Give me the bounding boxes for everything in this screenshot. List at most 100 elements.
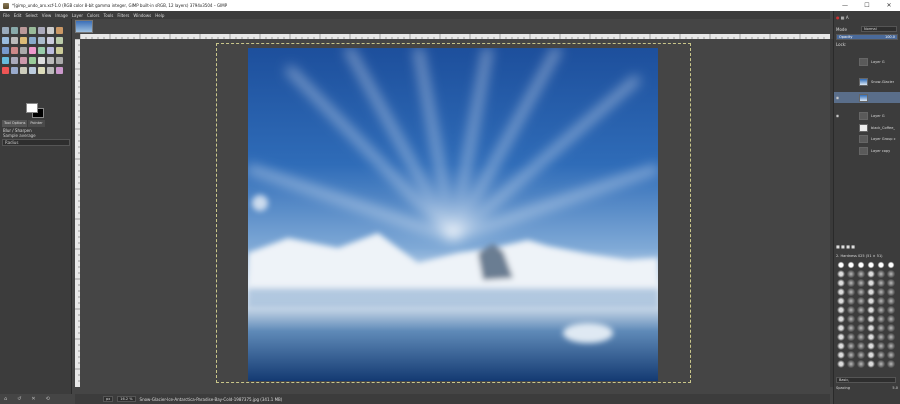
brush-preset-icon[interactable] bbox=[836, 296, 845, 305]
opacity-slider[interactable]: Opacity 100.0 bbox=[836, 34, 898, 40]
unit-select[interactable]: px bbox=[103, 396, 114, 402]
tool-button-icon[interactable] bbox=[56, 57, 63, 64]
tab-pointer[interactable]: Pointer bbox=[28, 120, 45, 127]
brush-preset-icon[interactable] bbox=[886, 260, 895, 269]
brush-preset-icon[interactable] bbox=[876, 323, 885, 332]
brush-preset-icon[interactable] bbox=[886, 359, 895, 368]
layer-row[interactable]: Snow-Glacier bbox=[834, 76, 900, 87]
menu-view[interactable]: View bbox=[42, 13, 52, 18]
brush-filter-field[interactable]: Basic, bbox=[836, 377, 896, 383]
layer-row[interactable]: Layer Group c bbox=[834, 133, 900, 144]
tab-tool-options[interactable]: Tool Options bbox=[2, 120, 28, 127]
tool-button-icon[interactable] bbox=[56, 27, 63, 34]
brush-preset-icon[interactable] bbox=[836, 359, 845, 368]
tool-button-icon[interactable] bbox=[29, 47, 36, 54]
tool-button-icon[interactable] bbox=[20, 27, 27, 34]
eye-icon[interactable]: ◉ bbox=[834, 95, 841, 100]
brush-preset-icon[interactable] bbox=[846, 323, 855, 332]
brush-preset-icon[interactable] bbox=[856, 296, 865, 305]
brush-preset-icon[interactable] bbox=[866, 269, 875, 278]
brush-preset-icon[interactable] bbox=[856, 278, 865, 287]
brush-preset-icon[interactable] bbox=[866, 341, 875, 350]
save-options-icon[interactable]: ⌂ bbox=[4, 396, 7, 402]
minimize-button[interactable]: — bbox=[834, 0, 856, 11]
brush-preset-icon[interactable] bbox=[836, 305, 845, 314]
brush-preset-icon[interactable] bbox=[866, 323, 875, 332]
brush-preset-icon[interactable] bbox=[886, 350, 895, 359]
brush-preset-icon[interactable] bbox=[846, 269, 855, 278]
brush-preset-icon[interactable] bbox=[846, 305, 855, 314]
brush-preset-icon[interactable] bbox=[876, 305, 885, 314]
brush-preset-icon[interactable] bbox=[876, 314, 885, 323]
tool-button-icon[interactable] bbox=[2, 47, 9, 54]
tool-button-icon[interactable] bbox=[2, 37, 9, 44]
spacing-row[interactable]: Spacing 5.0 bbox=[836, 386, 898, 390]
close-button[interactable]: ✕ bbox=[878, 0, 900, 11]
brush-preset-icon[interactable] bbox=[856, 341, 865, 350]
brush-preset-icon[interactable] bbox=[866, 314, 875, 323]
layer-row[interactable]: Layer G bbox=[834, 56, 900, 67]
restore-options-icon[interactable]: ↺ bbox=[17, 396, 21, 402]
menu-select[interactable]: Select bbox=[25, 13, 37, 18]
brush-preset-icon[interactable] bbox=[876, 260, 885, 269]
brush-preset-icon[interactable] bbox=[876, 287, 885, 296]
menu-image[interactable]: Image bbox=[55, 13, 68, 18]
tool-button-icon[interactable] bbox=[56, 67, 63, 74]
brush-preset-icon[interactable] bbox=[836, 332, 845, 341]
menu-help[interactable]: Help bbox=[155, 13, 164, 18]
tool-button-icon[interactable] bbox=[56, 47, 63, 54]
layer-row[interactable]: ◉ bbox=[834, 92, 900, 103]
brush-preset-icon[interactable] bbox=[846, 314, 855, 323]
brush-preset-icon[interactable] bbox=[846, 287, 855, 296]
menu-file[interactable]: File bbox=[3, 13, 10, 18]
tool-button-icon[interactable] bbox=[47, 27, 54, 34]
menu-filters[interactable]: Filters bbox=[117, 13, 129, 18]
brush-preset-icon[interactable] bbox=[836, 269, 845, 278]
tool-button-icon[interactable] bbox=[29, 57, 36, 64]
tool-button-icon[interactable] bbox=[29, 67, 36, 74]
brush-preset-icon[interactable] bbox=[886, 278, 895, 287]
font-tab-icon[interactable]: A bbox=[846, 15, 849, 20]
brush-preset-icon[interactable] bbox=[886, 341, 895, 350]
image-tab-thumbnail[interactable] bbox=[75, 20, 93, 33]
brush-preset-icon[interactable] bbox=[846, 296, 855, 305]
brush-preset-icon[interactable] bbox=[866, 332, 875, 341]
zoom-select[interactable]: 16.2 % bbox=[117, 396, 136, 402]
brush-preset-icon[interactable] bbox=[856, 260, 865, 269]
delete-options-icon[interactable]: ✕ bbox=[31, 396, 35, 402]
brush-preset-icon[interactable] bbox=[876, 359, 885, 368]
tool-button-icon[interactable] bbox=[29, 27, 36, 34]
tool-button-icon[interactable] bbox=[38, 57, 45, 64]
brush-preset-icon[interactable] bbox=[836, 323, 845, 332]
brush-preset-icon[interactable] bbox=[856, 305, 865, 314]
menu-edit[interactable]: Edit bbox=[14, 13, 22, 18]
sample-average-checkbox[interactable]: Sample average bbox=[3, 133, 36, 138]
menu-colors[interactable]: Colors bbox=[87, 13, 100, 18]
brush-preset-icon[interactable] bbox=[856, 314, 865, 323]
tool-button-icon[interactable] bbox=[56, 37, 63, 44]
tool-button-icon[interactable] bbox=[11, 57, 18, 64]
brush-preset-icon[interactable] bbox=[886, 269, 895, 278]
brush-preset-icon[interactable] bbox=[876, 341, 885, 350]
eye-icon[interactable]: ◉ bbox=[834, 113, 841, 118]
tool-button-icon[interactable] bbox=[38, 67, 45, 74]
foreground-color-swatch[interactable] bbox=[26, 103, 38, 113]
menu-layer[interactable]: Layer bbox=[72, 13, 83, 18]
brush-preset-icon[interactable] bbox=[846, 341, 855, 350]
brush-preset-icon[interactable] bbox=[856, 332, 865, 341]
brush-preset-icon[interactable] bbox=[856, 359, 865, 368]
tool-button-icon[interactable] bbox=[47, 67, 54, 74]
brush-preset-icon[interactable] bbox=[866, 260, 875, 269]
tool-button-icon[interactable] bbox=[2, 27, 9, 34]
brush-preset-icon[interactable] bbox=[876, 350, 885, 359]
reset-options-icon[interactable]: ⟲ bbox=[46, 396, 50, 402]
brush-preset-icon[interactable] bbox=[886, 323, 895, 332]
brush-preset-icon[interactable] bbox=[876, 269, 885, 278]
brush-preset-icon[interactable] bbox=[836, 278, 845, 287]
layer-row[interactable]: black_Coffee_ bbox=[834, 122, 900, 133]
brush-preset-icon[interactable] bbox=[856, 350, 865, 359]
blurred-photo[interactable] bbox=[248, 48, 658, 381]
brush-preset-icon[interactable] bbox=[866, 359, 875, 368]
tool-button-icon[interactable] bbox=[38, 47, 45, 54]
brush-preset-icon[interactable] bbox=[836, 287, 845, 296]
